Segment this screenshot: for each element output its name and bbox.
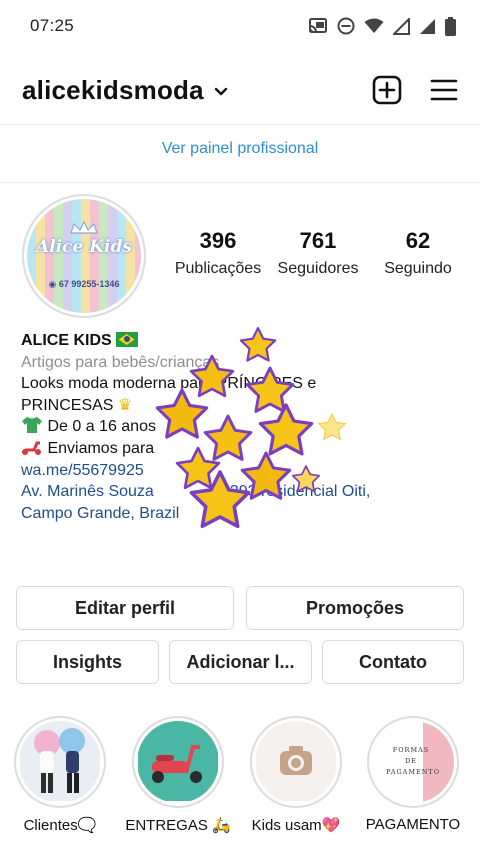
bio-line-3: De 0 a 16 anos <box>47 418 156 436</box>
bio-line-4-row: Enviamos para <box>21 438 461 460</box>
avatar-phone: ◉ 67 99255-1346 <box>27 279 141 290</box>
battery-icon <box>445 16 456 36</box>
highlight-ring <box>132 716 224 808</box>
avatar-phone-number: 67 99255-1346 <box>58 279 120 289</box>
status-time: 07:25 <box>30 16 75 35</box>
do-not-disturb-icon <box>337 17 355 35</box>
highlight-payment-cover: FORMAS DE PAGAMENTO <box>372 721 454 803</box>
bio-line-2: PRINCESAS <box>21 396 114 414</box>
payment-card-text: FORMAS DE PAGAMENTO <box>386 746 441 776</box>
crown-emoji-icon: ♛ <box>117 396 133 414</box>
menu-icon[interactable] <box>430 78 458 102</box>
stat-followers-label: Seguidores <box>277 260 359 277</box>
bio-address-number: 393 residencial Oiti, <box>229 483 371 501</box>
story-highlight-kids-wear[interactable]: Kids usam💖 <box>250 716 342 834</box>
profile-avatar[interactable]: Alice Kids ◉ 67 99255-1346 <box>22 194 146 318</box>
tshirt-icon <box>22 417 42 434</box>
professional-dashboard-link[interactable]: Ver painel profissional <box>0 140 480 158</box>
stat-following[interactable]: 62 Seguindo <box>368 228 468 278</box>
crown-icon <box>70 221 98 234</box>
avatar-logo: Alice Kids <box>36 237 132 257</box>
bio-name-row: ALICE KIDS <box>21 330 461 352</box>
account-username[interactable]: alicekidsmoda <box>22 75 204 106</box>
insights-button[interactable]: Insights <box>16 640 159 684</box>
divider <box>0 124 480 125</box>
cast-icon <box>309 18 327 33</box>
stat-posts-value: 396 <box>199 228 237 253</box>
status-icons <box>308 16 456 36</box>
profile-stats: 396 Publicações 761 Seguidores 62 Seguin… <box>168 228 468 278</box>
edit-profile-button[interactable]: Editar perfil <box>16 586 234 630</box>
brazil-flag-icon <box>115 332 138 347</box>
story-highlight-clients[interactable]: Clientes🗨️ <box>14 716 106 834</box>
signal-icon <box>393 17 410 35</box>
highlight-label: PAGAMENTO <box>365 816 461 833</box>
stat-posts[interactable]: 396 Publicações <box>168 228 268 278</box>
highlight-label: Clientes🗨️ <box>23 817 97 834</box>
bio-name: ALICE KIDS <box>21 332 112 349</box>
avatar-image: Alice Kids ◉ 67 99255-1346 <box>27 199 141 313</box>
highlight-ring <box>14 716 106 808</box>
bio-category: Artigos para bebês/crianças <box>21 353 220 371</box>
bio-address-line-2[interactable]: Campo Grande, Brazil <box>21 503 461 525</box>
add-shop-button[interactable]: Adicionar l... <box>169 640 312 684</box>
whatsapp-icon: ◉ <box>48 279 59 289</box>
scooter-icon <box>138 721 218 801</box>
story-highlight-deliveries[interactable]: ENTREGAS 🛵 <box>125 716 231 834</box>
highlight-label: ENTREGAS 🛵 <box>125 817 231 834</box>
story-highlight-payment[interactable]: FORMAS DE PAGAMENTO PAGAMENTO <box>366 716 460 833</box>
bio-line-3-row: De 0 a 16 anos <box>21 416 461 438</box>
chevron-down-icon[interactable] <box>214 87 228 97</box>
bio-line-4: Enviamos para <box>47 439 155 457</box>
divider <box>0 182 480 183</box>
highlight-kids-wear-cover <box>255 721 337 803</box>
bio-address-street: Av. Marinês Souza <box>21 483 154 501</box>
bio-website-link[interactable]: wa.me/55679925 <box>21 462 144 479</box>
signal-icon-2 <box>420 18 435 34</box>
scooter-icon <box>22 441 41 455</box>
profile-bio: ALICE KIDS Artigos para bebês/crianças L… <box>21 330 461 524</box>
stat-following-label: Seguindo <box>384 260 452 277</box>
stat-followers-value: 761 <box>299 228 337 253</box>
promotions-button[interactable]: Promoções <box>246 586 464 630</box>
stat-following-value: 62 <box>405 228 431 253</box>
camera-icon <box>256 721 336 801</box>
stat-posts-label: Publicações <box>174 260 262 277</box>
highlight-deliveries-cover <box>137 721 219 803</box>
highlight-label: Kids usam💖 <box>251 817 341 834</box>
stat-followers[interactable]: 761 Seguidores <box>268 228 368 278</box>
bio-address-line-1[interactable]: Av. Marinês Souza 393 residencial Oiti, <box>21 481 461 503</box>
highlight-clients-cover <box>19 721 101 803</box>
bio-line-2-row: PRINCESAS ♛ <box>21 395 461 417</box>
status-bar: 07:25 <box>0 0 480 52</box>
profile-top-bar: alicekidsmoda <box>0 62 480 118</box>
contact-button[interactable]: Contato <box>322 640 464 684</box>
kids-photo-icon <box>20 721 100 801</box>
new-post-icon[interactable] <box>372 75 402 105</box>
highlight-ring <box>250 716 342 808</box>
bio-line-1: Looks moda moderna para PRÍNCIPES e <box>21 375 317 393</box>
wifi-icon <box>364 18 384 33</box>
highlight-ring: FORMAS DE PAGAMENTO <box>367 716 459 808</box>
